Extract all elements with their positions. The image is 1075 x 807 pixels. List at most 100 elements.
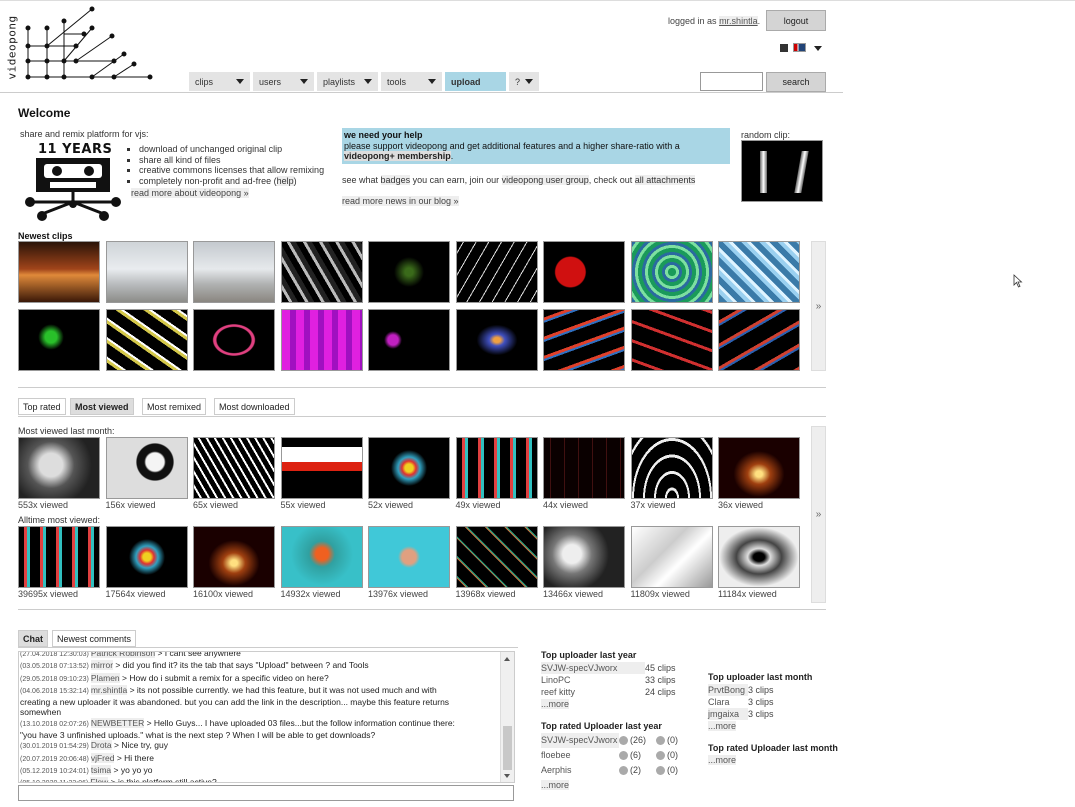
tab-top-rated[interactable]: Top rated — [18, 398, 66, 415]
chat-username-link[interactable]: Drota — [90, 740, 112, 751]
badges-link[interactable]: badges — [380, 175, 411, 185]
most-viewed-more-button[interactable]: » — [811, 426, 826, 603]
clip-thumbnail[interactable] — [630, 241, 713, 303]
scroll-down-icon[interactable] — [504, 774, 510, 778]
clip-thumbnail[interactable] — [718, 526, 800, 588]
tab-most-viewed[interactable]: Most viewed — [70, 398, 134, 415]
clip-thumbnail[interactable] — [368, 437, 450, 499]
clip-thumbnail[interactable] — [193, 309, 275, 371]
blog-link[interactable]: read more news in our blog » — [342, 196, 459, 206]
more-link[interactable]: ...more — [541, 699, 570, 709]
clip-thumbnail[interactable] — [193, 526, 275, 588]
clip-thumbnail[interactable] — [368, 526, 450, 588]
chat-username-link[interactable]: vjFred — [90, 752, 115, 763]
clip-thumbnail[interactable] — [455, 309, 538, 371]
random-clip-thumb[interactable] — [741, 140, 823, 202]
clip-thumbnail[interactable] — [105, 241, 188, 303]
clip-thumbnail[interactable] — [280, 241, 363, 303]
more-link[interactable]: ...more — [708, 755, 737, 765]
membership-link[interactable]: videopong+ membership — [344, 151, 451, 161]
chat-username-link[interactable]: mr.shintla — [90, 684, 128, 695]
clip-thumbnail[interactable] — [280, 309, 363, 371]
uploader-link[interactable]: Aerphis — [541, 763, 619, 778]
search-button[interactable]: search — [766, 72, 826, 92]
clip-thumbnail[interactable] — [105, 309, 188, 371]
chat-username-link[interactable]: Patrick Robinson — [90, 652, 156, 658]
more-link[interactable]: ...more — [541, 780, 570, 790]
logo[interactable]: videopong — [4, 6, 154, 84]
scroll-up-icon[interactable] — [504, 657, 510, 661]
search-input[interactable] — [700, 72, 763, 91]
user-group-link[interactable]: videopong user group — [501, 175, 589, 185]
clip-count: 3 clips — [748, 709, 774, 719]
chat-scrollbar[interactable] — [500, 652, 514, 782]
clip-thumbnail[interactable] — [543, 309, 625, 371]
chat-username-link[interactable]: Flow — [90, 777, 109, 782]
clip-thumbnail[interactable] — [18, 309, 100, 371]
clip-thumbnail[interactable] — [543, 437, 625, 499]
nav-tools[interactable]: tools — [381, 72, 442, 91]
clip-thumbnail[interactable] — [18, 241, 100, 303]
chat-username-link[interactable]: mirror — [90, 660, 114, 671]
chat-text: "you have 3 unfinished uploads." what is… — [20, 730, 376, 741]
chat-timestamp: (27.04.2018 12:30:03) — [20, 651, 91, 658]
more-link[interactable]: ...more — [708, 721, 737, 731]
clip-thumbnail[interactable] — [455, 526, 538, 588]
chat-username-link[interactable]: NEWBETTER — [90, 717, 145, 728]
uploader-link[interactable]: SVJW-specVJworx — [541, 733, 619, 748]
clip-thumbnail[interactable] — [105, 437, 188, 499]
clip-thumbnail[interactable] — [718, 241, 800, 303]
language-dropdown-icon[interactable] — [814, 46, 822, 51]
clip-thumbnail[interactable] — [630, 309, 713, 371]
logout-button[interactable]: logout — [766, 10, 826, 31]
username-link[interactable]: mr.shintla — [719, 16, 758, 26]
clip-thumbnail[interactable] — [280, 437, 363, 499]
uploader-link[interactable]: LinoPC — [541, 674, 645, 686]
nav-playlists[interactable]: playlists — [317, 72, 378, 91]
top-uploader-month-list: PrvtBong 3 clips Clara 3 clips jmgaixa 3 cl… — [708, 684, 774, 732]
nav-users-label: users — [259, 76, 282, 87]
newest-more-button[interactable]: » — [811, 241, 826, 371]
clip-thumbnail[interactable] — [455, 241, 538, 303]
uploader-link[interactable]: SVJW-specVJworx — [541, 662, 645, 674]
uploader-link[interactable]: floebee — [541, 748, 619, 763]
clip-thumbnail[interactable] — [718, 437, 800, 499]
clip-thumbnail[interactable] — [368, 309, 450, 371]
clip-thumbnail[interactable] — [18, 437, 100, 499]
chat-username-link[interactable]: tsima — [90, 764, 112, 775]
clip-thumbnail[interactable] — [193, 241, 275, 303]
help-link[interactable]: help — [276, 175, 294, 186]
clip-thumbnail[interactable] — [630, 437, 713, 499]
tab-most-remixed[interactable]: Most remixed — [142, 398, 207, 415]
uploader-link[interactable]: jmgaixa — [708, 708, 748, 720]
chat-log[interactable]: (27.04.2018 12:30:03) Patrick Robinson >… — [18, 651, 515, 783]
scroll-thumb[interactable] — [503, 726, 512, 770]
clip-thumbnail[interactable] — [368, 241, 450, 303]
clip-thumbnail[interactable] — [543, 526, 625, 588]
clip-thumbnail[interactable] — [630, 526, 713, 588]
clip-thumbnail[interactable] — [193, 437, 275, 499]
tab-chat[interactable]: Chat — [18, 630, 48, 647]
clip-thumbnail[interactable] — [455, 437, 538, 499]
clip-thumbnail[interactable] — [718, 309, 800, 371]
clip-thumbnail[interactable] — [105, 526, 188, 588]
uploader-link[interactable]: reef kitty — [541, 686, 645, 698]
nav-users[interactable]: users — [253, 72, 314, 91]
tab-most-downloaded[interactable]: Most downloaded — [214, 398, 295, 415]
nav-clips[interactable]: clips — [189, 72, 250, 91]
view-count: 36x viewed — [718, 500, 764, 510]
tab-newest-comments[interactable]: Newest comments — [52, 630, 137, 647]
clip-thumbnail[interactable] — [280, 526, 363, 588]
uploader-link[interactable]: PrvtBong — [708, 684, 748, 696]
uploader-link[interactable]: Clara — [708, 696, 748, 708]
language-flag-icon[interactable] — [793, 43, 806, 52]
clip-thumbnail[interactable] — [18, 526, 100, 588]
nav-upload[interactable]: upload — [445, 72, 506, 91]
read-more-link[interactable]: read more about videopong » — [131, 188, 249, 198]
theme-toggle-icon[interactable] — [780, 44, 788, 52]
nav-help[interactable]: ? — [509, 72, 539, 91]
clip-thumbnail[interactable] — [543, 241, 625, 303]
chat-input[interactable] — [18, 785, 514, 801]
chat-username-link[interactable]: Plamen — [90, 672, 120, 683]
attachments-link[interactable]: all attachments — [634, 175, 696, 185]
